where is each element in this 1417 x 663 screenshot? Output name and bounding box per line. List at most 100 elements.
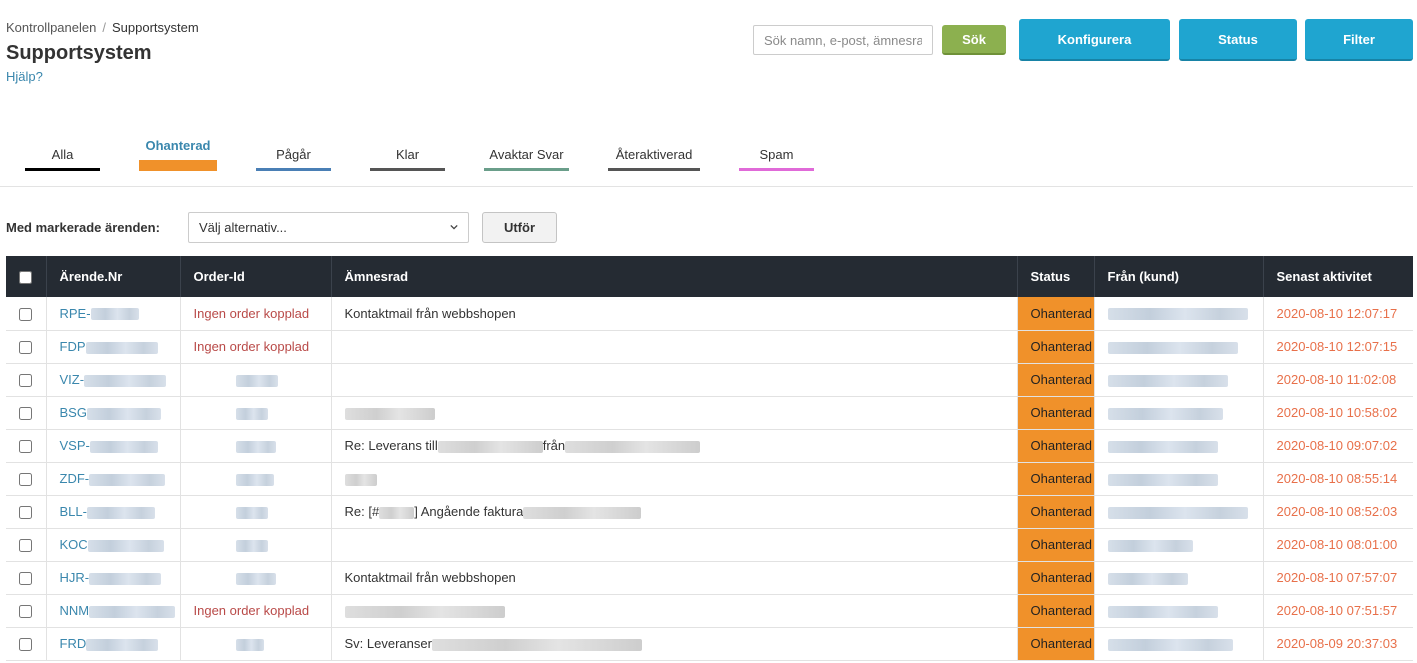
status-cell: Ohanterad: [1017, 495, 1095, 529]
last-activity-cell: 2020-08-10 08:52:03: [1263, 495, 1413, 529]
tab-klar[interactable]: Klar: [370, 130, 445, 171]
column-header-ticket-nr[interactable]: Ärende.Nr: [46, 256, 181, 297]
column-header-from-customer[interactable]: Från (kund): [1094, 256, 1264, 297]
search-button[interactable]: Sök: [942, 25, 1006, 55]
ticket-number-cell: ZDF-: [46, 462, 181, 496]
bulk-action-select[interactable]: Välj alternativ...: [188, 212, 469, 243]
last-activity-time: 2020-08-10 11:02:08: [1276, 372, 1397, 387]
from-customer-cell: [1094, 627, 1264, 661]
row-checkbox[interactable]: [19, 572, 33, 586]
status-badge: Ohanterad: [1030, 570, 1092, 585]
status-badge: Ohanterad: [1030, 438, 1092, 453]
order-id-cell: [180, 627, 332, 661]
redacted-text: [344, 407, 435, 420]
row-checkbox[interactable]: [19, 341, 33, 355]
breadcrumb: Kontrollpanelen / Supportsystem: [6, 20, 199, 35]
redacted-text: [565, 440, 701, 453]
redacted-text: [235, 506, 268, 519]
tab-alla[interactable]: Alla: [25, 130, 100, 171]
redacted-text: [89, 473, 166, 486]
tab-spam[interactable]: Spam: [739, 130, 814, 171]
row-select-cell: [6, 330, 47, 364]
row-checkbox[interactable]: [19, 407, 33, 421]
status-badge: Ohanterad: [1030, 537, 1092, 552]
row-checkbox[interactable]: [19, 374, 33, 388]
status-cell: Ohanterad: [1017, 297, 1095, 331]
redacted-text: [235, 539, 268, 552]
row-checkbox[interactable]: [19, 539, 33, 553]
table-row[interactable]: RPE- Ingen order kopplad Kontaktmail från …: [6, 297, 1413, 331]
table-row[interactable]: KOC Ohanterad 2020-08-10 08:01:00: [6, 528, 1413, 562]
row-checkbox[interactable]: [19, 605, 33, 619]
tab-underline: [739, 168, 814, 171]
tab-ateraktiverad[interactable]: Återaktiverad: [608, 130, 700, 171]
configure-button[interactable]: Konfigurera: [1019, 19, 1170, 61]
row-checkbox[interactable]: [19, 506, 33, 520]
ticket-number-link[interactable]: VIZ-: [60, 372, 167, 387]
tab-label: Ohanterad: [145, 138, 211, 153]
status-button[interactable]: Status: [1179, 19, 1297, 61]
last-activity-time: 2020-08-10 08:01:00: [1276, 537, 1398, 552]
column-header-subject[interactable]: Ämnesrad: [331, 256, 1018, 297]
status-badge: Ohanterad: [1030, 471, 1092, 486]
ticket-number-cell: HJR-: [46, 561, 181, 595]
table-row[interactable]: BLL- Re: [#] Angående faktura Ohanterad 202…: [6, 495, 1413, 529]
row-checkbox[interactable]: [19, 473, 33, 487]
table-row[interactable]: BSG Ohanterad 2020-08-10 10:58:02: [6, 396, 1413, 430]
breadcrumb-root[interactable]: Kontrollpanelen: [6, 20, 96, 35]
status-cell: Ohanterad: [1017, 528, 1095, 562]
page-title: Supportsystem: [6, 42, 152, 64]
ticket-number-link[interactable]: HJR-: [60, 570, 162, 585]
redacted-text: [1107, 638, 1233, 651]
ticket-number-link[interactable]: FDP: [60, 339, 158, 354]
last-activity-cell: 2020-08-10 10:58:02: [1263, 396, 1413, 430]
ticket-prefix: HJR-: [59, 570, 90, 585]
row-select-cell: [6, 396, 47, 430]
subject-cell: Re: [#] Angående faktura: [331, 495, 1018, 529]
table-row[interactable]: FRD Sv: Leveranser Ohanterad 2020-08-09 20:…: [6, 627, 1413, 661]
table-row[interactable]: FDP Ingen order kopplad Ohanterad 2020-08-1…: [6, 330, 1413, 364]
tab-ohanterad[interactable]: Ohanterad: [139, 130, 217, 171]
column-header-order-id[interactable]: Order-Id: [180, 256, 332, 297]
row-checkbox[interactable]: [19, 638, 33, 652]
filter-button[interactable]: Filter: [1305, 19, 1413, 61]
from-customer-cell: [1094, 462, 1264, 496]
column-header-status[interactable]: Status: [1017, 256, 1095, 297]
ticket-number-link[interactable]: KOC: [60, 537, 164, 552]
help-link[interactable]: Hjälp?: [6, 69, 43, 84]
ticket-number-link[interactable]: RPE-: [60, 306, 139, 321]
last-activity-time: 2020-08-10 08:52:03: [1276, 504, 1398, 519]
column-header-last-activity[interactable]: Senast aktivitet: [1263, 256, 1413, 297]
subject-cell: Re: Leverans till från: [331, 429, 1018, 463]
row-select-cell: [6, 462, 47, 496]
table-row[interactable]: NNM Ingen order kopplad Ohanterad 2020-08-1…: [6, 594, 1413, 628]
row-checkbox[interactable]: [19, 440, 33, 454]
tab-pagar[interactable]: Pågår: [256, 130, 331, 171]
tab-avaktar-svar[interactable]: Avaktar Svar: [484, 130, 569, 171]
ticket-number-link[interactable]: ZDF-: [60, 471, 166, 486]
apply-button[interactable]: Utför: [482, 212, 557, 243]
select-all-checkbox[interactable]: [19, 271, 33, 285]
row-select-cell: [6, 297, 47, 331]
ticket-number-link[interactable]: BSG: [60, 405, 161, 420]
table-row[interactable]: ZDF- Ohanterad 2020-08-10 08:55:14: [6, 462, 1413, 496]
ticket-number-link[interactable]: VSP-: [60, 438, 158, 453]
search-input[interactable]: [753, 25, 933, 55]
table-row[interactable]: HJR- Kontaktmail från webbshopen Ohanterad…: [6, 561, 1413, 595]
redacted-text: [235, 407, 268, 420]
table-row[interactable]: VSP- Re: Leverans till från Ohanterad 2020-0…: [6, 429, 1413, 463]
redacted-text: [235, 638, 264, 651]
row-checkbox[interactable]: [19, 307, 33, 321]
table-row[interactable]: VIZ- Ohanterad 2020-08-10 11:02:08: [6, 363, 1413, 397]
ticket-number-link[interactable]: NNM: [60, 603, 176, 618]
subject-cell: Sv: Leveranser: [331, 627, 1018, 661]
tab-underline: [25, 168, 100, 171]
ticket-number-link[interactable]: BLL-: [60, 504, 155, 519]
redacted-text: [89, 605, 176, 618]
from-customer-cell: [1094, 330, 1264, 364]
subject-text: Kontaktmail från webbshopen: [344, 570, 516, 585]
redacted-text: [1107, 374, 1228, 387]
from-customer-cell: [1094, 561, 1264, 595]
ticket-number-link[interactable]: FRD: [60, 636, 159, 651]
ticket-number-cell: FDP: [46, 330, 181, 364]
